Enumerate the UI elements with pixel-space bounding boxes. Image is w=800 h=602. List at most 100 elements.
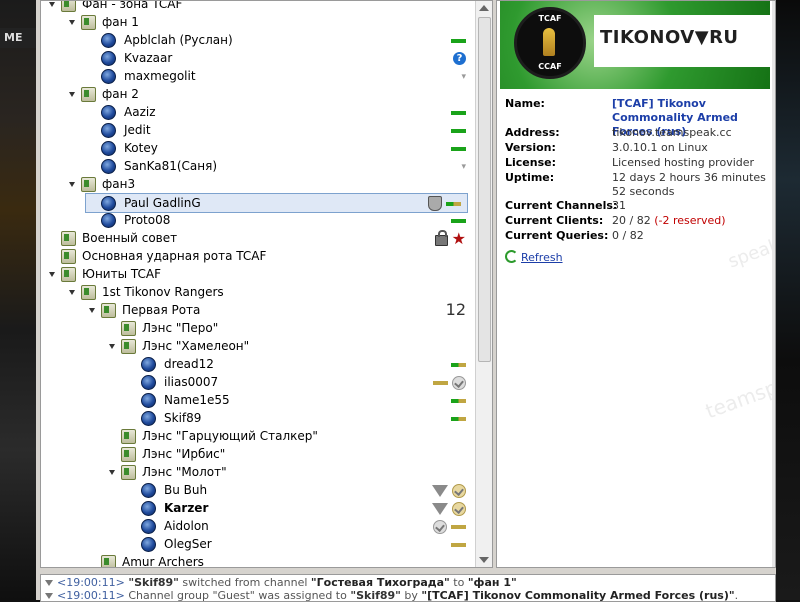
channel-row[interactable]: Основная ударная рота TCAF <box>49 247 472 265</box>
info-panel-edge <box>772 1 775 567</box>
client-status-icon <box>101 141 116 156</box>
torch-icon <box>543 28 555 56</box>
client-row[interactable]: Jedit <box>89 121 472 139</box>
medal-icon <box>452 483 466 498</box>
client-name: dread12 <box>164 357 214 371</box>
client-status-icon <box>141 537 156 552</box>
client-name: Kotey <box>124 141 158 155</box>
client-name: Name1e55 <box>164 393 230 407</box>
client-name: ilias0007 <box>164 375 219 389</box>
channel-row[interactable]: Лэнс "Ирбис" <box>109 445 472 463</box>
client-row[interactable]: ilias0007 <box>129 373 472 391</box>
channel-row[interactable]: Первая Рота 12 <box>89 301 472 319</box>
client-name: Jedit <box>124 123 151 137</box>
client-status-icon <box>141 393 156 408</box>
expand-toggle-icon[interactable] <box>69 290 75 295</box>
client-status-icon <box>101 196 116 211</box>
expand-toggle-icon[interactable] <box>69 92 75 97</box>
client-badges <box>447 409 466 427</box>
client-badges <box>447 31 466 49</box>
channel-name: фан 1 <box>102 15 139 29</box>
channel-icon <box>61 1 76 12</box>
channel-row[interactable]: Лэнс "Молот" <box>109 463 472 481</box>
channel-row[interactable]: Юниты TCAF <box>49 265 472 283</box>
client-badges <box>447 139 466 157</box>
client-name: Paul GadlinG <box>124 196 201 210</box>
reserved-slots: (-2 reserved) <box>654 214 726 227</box>
channel-icon <box>61 267 76 282</box>
channel-row[interactable]: фан 2 <box>69 85 472 103</box>
chat-log[interactable]: <19:00:11> "Skif89" switched from channe… <box>40 574 776 602</box>
client-badges <box>424 194 461 212</box>
channel-icon <box>81 87 96 102</box>
expand-toggle-icon[interactable] <box>49 272 55 277</box>
expand-toggle-icon[interactable] <box>89 308 95 313</box>
client-row[interactable]: Apblclah (Руслан) <box>89 31 472 49</box>
rank-gold-icon <box>451 542 466 547</box>
channel-row[interactable]: Лэнс "Гарцующий Сталкер" <box>109 427 472 445</box>
background-right-art <box>776 0 800 600</box>
client-badges <box>447 355 466 373</box>
client-status-icon <box>141 519 156 534</box>
client-status-icon <box>101 105 116 120</box>
client-badges <box>447 211 466 229</box>
channel-icon <box>121 465 136 480</box>
client-badges <box>428 481 466 499</box>
help-icon: ? <box>453 52 466 65</box>
client-row[interactable]: Kotey <box>89 139 472 157</box>
client-row[interactable]: Paul GadlinG <box>85 193 468 213</box>
log-line: <19:00:11> "Skif89" switched from channe… <box>45 576 517 589</box>
expand-toggle-icon[interactable] <box>49 2 55 7</box>
rank-gold-icon <box>451 524 466 529</box>
client-badges: ▾ <box>457 157 466 176</box>
client-row[interactable]: Aidolon <box>129 517 472 535</box>
client-row[interactable]: OlegSer <box>129 535 472 553</box>
channel-row[interactable]: Фан - зона TCAF <box>49 1 472 13</box>
client-row[interactable]: Aaziz <box>89 103 472 121</box>
background-menu-tag: ME <box>0 28 36 48</box>
channel-row[interactable]: Военный совет ★ <box>49 229 472 247</box>
client-row[interactable]: Bu Buh <box>129 481 472 499</box>
client-status-icon <box>101 69 116 84</box>
scroll-down-arrow-icon[interactable] <box>479 557 489 563</box>
client-row[interactable]: dread12 <box>129 355 472 373</box>
client-row[interactable]: Proto08 <box>89 211 472 229</box>
scroll-thumb[interactable] <box>478 17 491 362</box>
channel-icon <box>61 249 76 264</box>
client-status-icon <box>101 51 116 66</box>
client-row[interactable]: Name1e55 <box>129 391 472 409</box>
channel-row[interactable]: фан 1 <box>69 13 472 31</box>
channel-icon <box>121 429 136 444</box>
watermark-text: teamspeak <box>702 362 776 424</box>
refresh-link[interactable]: Refresh <box>505 250 563 264</box>
client-row[interactable]: Kvazaar? <box>89 49 472 67</box>
channel-row[interactable]: фан3 <box>69 175 472 193</box>
channel-name: Первая Рота <box>122 303 201 317</box>
channel-tree-scrollbar[interactable] <box>475 1 492 567</box>
channel-switch-icon <box>45 593 53 599</box>
client-name: Aidolon <box>164 519 209 533</box>
expand-toggle-icon[interactable] <box>69 182 75 187</box>
scroll-up-arrow-icon[interactable] <box>479 5 489 11</box>
client-row[interactable]: Karzer <box>129 499 472 517</box>
channel-row[interactable]: Лэнс "Перо" <box>109 319 472 337</box>
channel-row[interactable]: 1st Tikonov Rangers <box>69 283 472 301</box>
client-name: Proto08 <box>124 213 171 227</box>
talk-power-green-icon <box>451 110 466 115</box>
client-row[interactable]: Skif89 <box>129 409 472 427</box>
channel-name: Юниты TCAF <box>82 267 161 281</box>
channel-row[interactable]: Amur Archers <box>89 553 472 568</box>
medal-icon <box>452 375 466 390</box>
expand-toggle-icon[interactable] <box>69 20 75 25</box>
client-row[interactable]: maxmegolit ▾ <box>89 67 472 85</box>
channel-name: Amur Archers <box>122 555 204 568</box>
channel-row[interactable]: Лэнс "Хамелеон" <box>109 337 472 355</box>
expand-toggle-icon[interactable] <box>109 344 115 349</box>
channel-tree[interactable]: Фан - зона TCAF фан 1 Apblclah (Руслан) Kva… <box>40 0 493 568</box>
client-row[interactable]: SanKa81(Саня) ▾ <box>89 157 472 175</box>
banner-logo-text: TIKONOV▼RU <box>600 27 739 48</box>
client-status-icon <box>101 33 116 48</box>
client-badges <box>429 373 466 391</box>
expand-toggle-icon[interactable] <box>109 470 115 475</box>
away-chevron-icon: ▾ <box>461 71 466 82</box>
